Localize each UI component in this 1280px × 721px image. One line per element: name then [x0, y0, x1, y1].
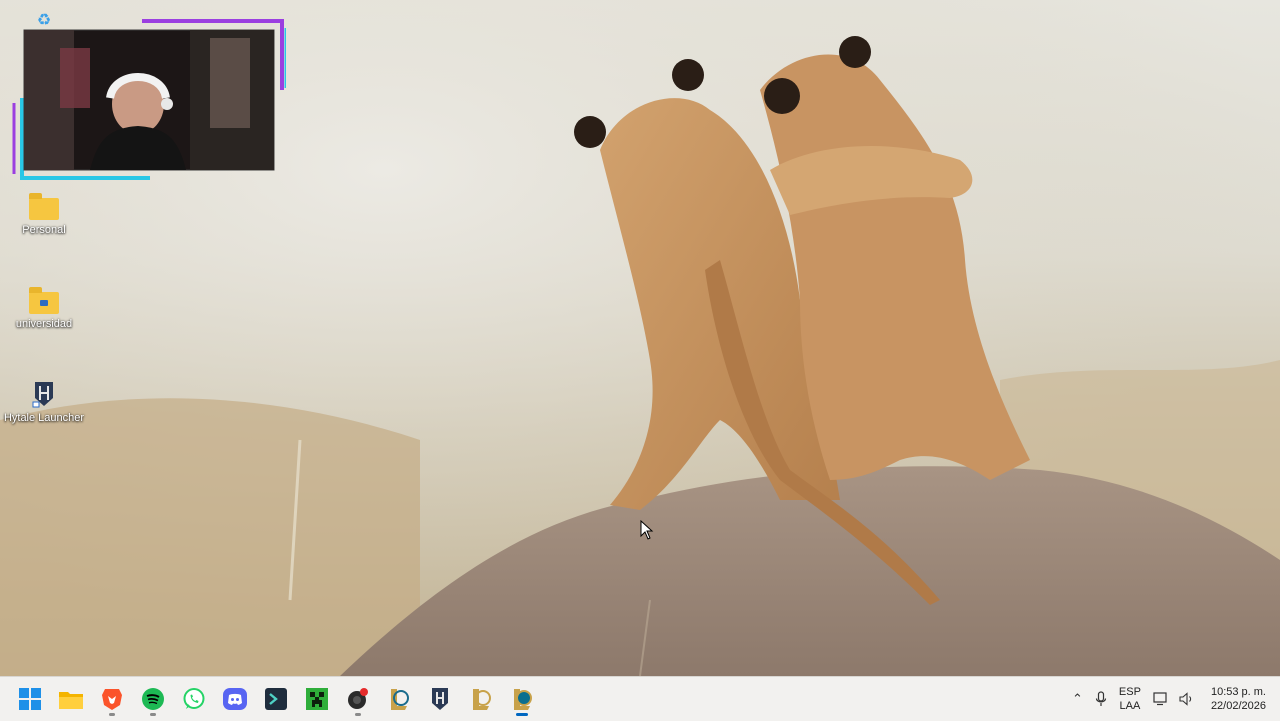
start-button[interactable]	[12, 681, 48, 717]
taskbar-minecraft[interactable]	[299, 681, 335, 717]
desktop-icon-universidad[interactable]: universidad	[0, 287, 88, 330]
hytale-launcher-icon	[432, 688, 448, 710]
clock-date: 22/02/2026	[1210, 700, 1266, 712]
hytale-launcher-icon	[32, 382, 53, 408]
microphone-button[interactable]	[1089, 681, 1113, 717]
folder-icon	[59, 692, 83, 709]
taskbar-brave-browser[interactable]	[94, 681, 130, 717]
taskbar: ⌃ ESP LAA 10:53 p. m. 22/02/2026	[0, 676, 1280, 721]
input-language-button[interactable]: ESP LAA	[1113, 681, 1147, 717]
taskbar-discord[interactable]	[217, 681, 253, 717]
taskbar-league-client[interactable]	[381, 681, 417, 717]
whatsapp-icon	[183, 688, 205, 709]
clock-button[interactable]: 10:53 p. m. 22/02/2026	[1201, 681, 1272, 717]
desktop-icon-recycle-bin[interactable]: ♻	[0, 10, 88, 32]
chevron-up-icon: ⌃	[1072, 691, 1083, 706]
spotify-icon	[142, 688, 164, 710]
language-code: ESP	[1118, 686, 1141, 698]
taskbar-spotify[interactable]	[135, 681, 171, 717]
webcam-border	[12, 19, 288, 180]
desktop-icon-hytale-launcher[interactable]: Hytale Launcher	[0, 380, 88, 424]
terminal-icon	[265, 688, 287, 710]
creeper-icon	[306, 688, 328, 710]
webcam-overlay	[10, 18, 288, 182]
network-volume-button[interactable]	[1147, 681, 1201, 717]
brave-lion-icon	[102, 689, 122, 710]
system-tray: ⌃ ESP LAA 10:53 p. m. 22/02/2026	[1066, 677, 1272, 721]
record-icon	[348, 688, 368, 709]
desktop-icon-label: Personal	[22, 224, 66, 236]
microphone-icon	[1095, 691, 1107, 706]
desktop-icon-personal[interactable]: Personal	[0, 193, 88, 236]
league-icon	[473, 689, 491, 710]
taskbar-league-of-legends[interactable]	[463, 681, 499, 717]
windows-logo-icon	[19, 688, 41, 710]
speaker-icon	[1179, 692, 1192, 706]
league-icon	[391, 689, 409, 710]
discord-icon	[223, 688, 247, 710]
folder-icon	[29, 193, 59, 220]
keyboard-layout: LAA	[1119, 700, 1141, 712]
taskbar-file-explorer[interactable]	[53, 681, 89, 717]
taskbar-hytale-launcher[interactable]	[422, 681, 458, 717]
taskbar-terminal-app[interactable]	[258, 681, 294, 717]
mouse-cursor-icon	[640, 520, 654, 540]
recycle-bin-icon: ♻	[36, 12, 52, 29]
network-icon	[1153, 692, 1167, 706]
taskbar-whatsapp[interactable]	[176, 681, 212, 717]
league-game-icon	[514, 689, 532, 710]
folder-icon	[29, 287, 59, 314]
show-hidden-icons-button[interactable]: ⌃	[1066, 681, 1089, 717]
taskbar-league-of-legends-game[interactable]	[504, 681, 540, 717]
desktop-icon-label: Hytale Launcher	[3, 412, 85, 424]
desktop-icon-label: universidad	[15, 318, 73, 330]
clock-time: 10:53 p. m.	[1210, 686, 1266, 698]
taskbar-recording-app[interactable]	[340, 681, 376, 717]
